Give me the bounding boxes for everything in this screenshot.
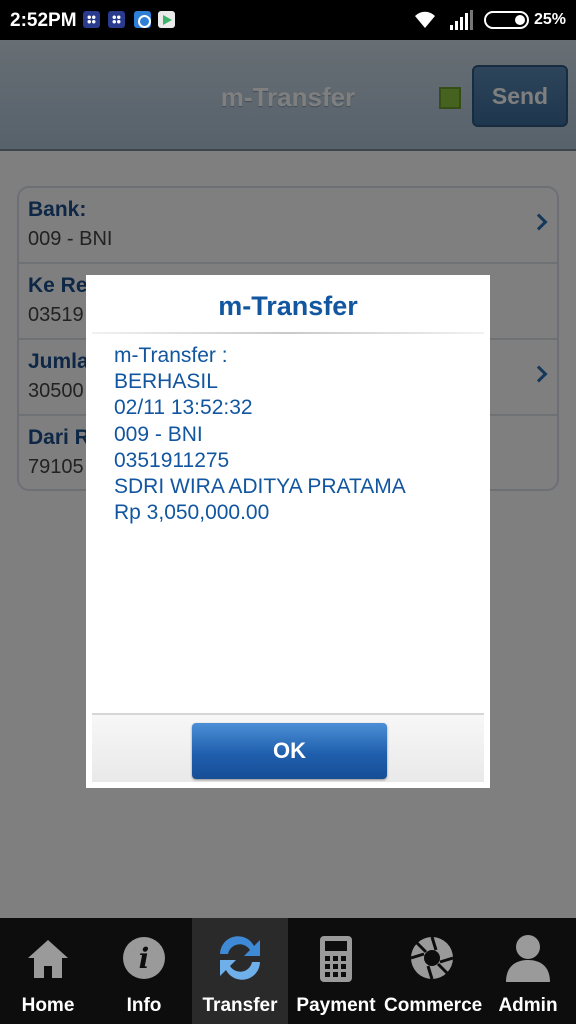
svg-text:i: i [139,942,150,975]
status-bar: 2:52PM 25% [0,0,576,40]
status-time: 2:52PM [10,10,77,31]
nav-label: Info [126,995,162,1016]
nav-item-transfer[interactable]: Transfer [192,918,288,1024]
result-dialog: m-Transfer m-Transfer : BERHASIL 02/11 1… [86,275,490,788]
nav-label: Admin [498,995,558,1016]
nav-label: Commerce [384,995,483,1016]
dialog-title: m-Transfer [218,291,358,321]
battery-percent: 25% [534,11,567,28]
dialog-line: Rp 3,050,000.00 [114,501,270,525]
nav-label: Transfer [202,995,278,1016]
dialog-line: 0351911275 [114,448,230,472]
bbm-circle-icon [134,11,151,28]
dialog-footer: OK [92,713,484,782]
info-icon: i [96,928,192,988]
ok-button[interactable]: OK [192,723,387,779]
bbm-icon [108,11,125,28]
battery-icon [484,11,529,29]
dialog-line: 02/11 13:52:32 [114,396,253,420]
bbm-icon [83,11,100,28]
nav-item-commerce[interactable]: Commerce [384,918,483,1024]
home-icon [0,928,96,988]
dialog-panel: m-Transfer m-Transfer : BERHASIL 02/11 1… [92,281,484,782]
nav-label: Home [21,995,75,1016]
nav-item-payment[interactable]: Payment [288,918,384,1024]
commerce-icon [384,928,480,988]
signal-icon [450,10,473,30]
dialog-line: BERHASIL [114,370,218,394]
nav-item-admin[interactable]: Admin [480,918,576,1024]
dialog-divider [92,332,484,334]
dialog-line: SDRI WIRA ADITYA PRATAMA [114,475,406,499]
nav-label: Payment [296,995,376,1016]
admin-icon [480,928,576,988]
play-store-icon [158,11,175,28]
dialog-message: m-Transfer : BERHASIL 02/11 13:52:32 009… [114,343,474,526]
dialog-line: m-Transfer : [114,344,228,367]
nav-item-home[interactable]: Home [0,918,96,1024]
transfer-icon [192,928,288,988]
nav-item-info[interactable]: i Info [96,918,192,1024]
payment-icon [288,928,384,988]
bottom-nav: Home i Info Transfer Payment Commerce Ad… [0,918,576,1024]
wifi-icon [415,11,435,28]
dialog-line: 009 - BNI [114,422,203,446]
